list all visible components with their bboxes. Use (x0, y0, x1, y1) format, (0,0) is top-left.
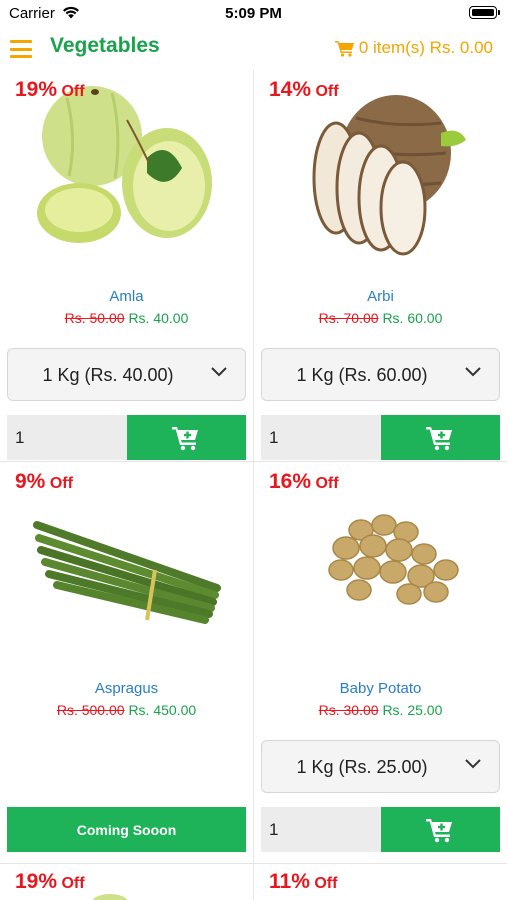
product-image-baby-potato (328, 514, 459, 605)
product-card-baby-potato[interactable]: 16% Off Baby Potato Rs. 30.00 Rs. 25.00 … (254, 462, 507, 864)
cart-icon (334, 40, 354, 57)
cart-plus-icon (425, 818, 452, 842)
product-image-arbi (312, 95, 466, 256)
product-image-aspragus (33, 521, 221, 624)
quantity-input[interactable] (7, 415, 127, 460)
new-price: Rs. 450.00 (128, 702, 197, 718)
variant-label: 1 Kg (Rs. 60.00) (296, 365, 428, 385)
cart-plus-icon (425, 426, 452, 450)
variant-label: 1 Kg (Rs. 40.00) (42, 365, 174, 385)
product-card[interactable]: 19% Off (0, 864, 253, 900)
price-line: Rs. 50.00 Rs. 40.00 (0, 310, 253, 326)
chevron-down-icon (465, 367, 481, 377)
product-card[interactable]: 11% Off (254, 864, 507, 900)
quantity-input[interactable] (261, 415, 381, 460)
old-price: Rs. 30.00 (318, 702, 379, 718)
discount-badge: 19% Off (15, 78, 85, 101)
discount-badge: 9% Off (15, 470, 73, 493)
hamburger-icon[interactable] (10, 40, 32, 58)
product-image-amla (37, 86, 212, 243)
new-price: Rs. 40.00 (128, 310, 189, 326)
cart-plus-icon (171, 426, 198, 450)
product-name[interactable]: Aspragus (0, 680, 253, 697)
variant-dropdown[interactable]: 1 Kg (Rs. 60.00) (261, 348, 500, 401)
coming-soon-button[interactable]: Coming Sooon (7, 807, 246, 852)
new-price: Rs. 25.00 (382, 702, 443, 718)
price-line: Rs. 500.00 Rs. 450.00 (0, 702, 253, 718)
price-line: Rs. 30.00 Rs. 25.00 (254, 702, 507, 718)
nav-bar: Vegetables 0 item(s) Rs. 0.00 (0, 28, 507, 70)
quantity-input[interactable] (261, 807, 381, 852)
discount-badge: 19% Off (15, 870, 85, 893)
product-grid: 19% Off Amla Rs. 50.00 Rs. 40.00 1 Kg (R… (0, 70, 507, 900)
product-card-aspragus[interactable]: 9% Off Aspragus Rs. 500.00 Rs. 450.00 Co… (0, 462, 253, 864)
old-price: Rs. 70.00 (318, 310, 379, 326)
add-to-cart-button[interactable] (381, 807, 500, 852)
page-title: Vegetables (50, 34, 160, 57)
price-line: Rs. 70.00 Rs. 60.00 (254, 310, 507, 326)
old-price: Rs. 50.00 (64, 310, 125, 326)
add-to-cart-button[interactable] (127, 415, 246, 460)
chevron-down-icon (465, 759, 481, 769)
variant-label: 1 Kg (Rs. 25.00) (296, 757, 428, 777)
product-name[interactable]: Arbi (254, 288, 507, 305)
product-name[interactable]: Amla (0, 288, 253, 305)
new-price: Rs. 60.00 (382, 310, 443, 326)
variant-dropdown[interactable]: 1 Kg (Rs. 25.00) (261, 740, 500, 793)
product-card-arbi[interactable]: 14% Off Arbi Rs. 70.00 Rs. 60.00 1 Kg (R… (254, 70, 507, 462)
clock: 5:09 PM (225, 5, 282, 22)
discount-badge: 11% Off (269, 870, 338, 893)
chevron-down-icon (211, 367, 227, 377)
cart-summary-text: 0 item(s) Rs. 0.00 (358, 38, 493, 57)
product-image (92, 894, 128, 900)
discount-badge: 16% Off (269, 470, 339, 493)
status-bar: Carrier 5:09 PM (0, 0, 507, 28)
product-name[interactable]: Baby Potato (254, 680, 507, 697)
variant-dropdown[interactable]: 1 Kg (Rs. 40.00) (7, 348, 246, 401)
product-card-amla[interactable]: 19% Off Amla Rs. 50.00 Rs. 40.00 1 Kg (R… (0, 70, 253, 462)
cart-summary-button[interactable]: 0 item(s) Rs. 0.00 (334, 38, 493, 58)
add-to-cart-button[interactable] (381, 415, 500, 460)
battery-icon (469, 6, 500, 19)
old-price: Rs. 500.00 (56, 702, 125, 718)
discount-badge: 14% Off (269, 78, 339, 101)
